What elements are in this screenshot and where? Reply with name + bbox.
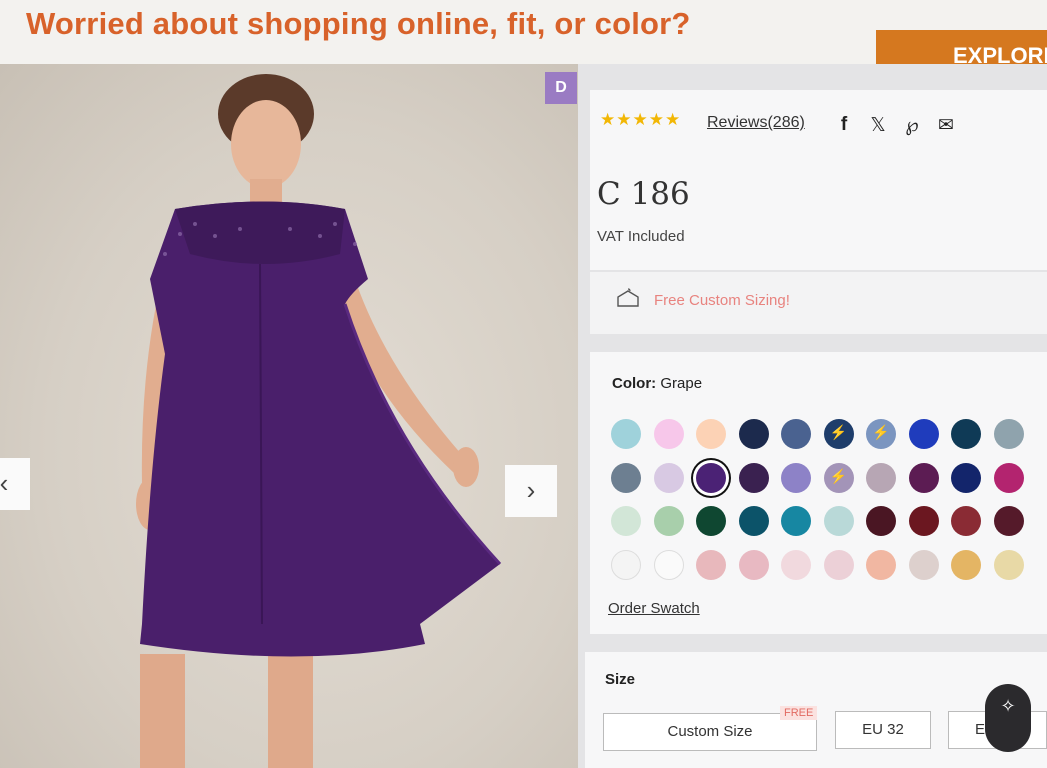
color-swatch[interactable] xyxy=(781,549,811,580)
product-page: Worried about shopping online, fit, or c… xyxy=(0,0,1047,768)
assistant-icon[interactable]: ✧ xyxy=(985,684,1031,752)
color-swatch[interactable] xyxy=(951,506,981,536)
color-card xyxy=(590,352,1047,634)
color-swatch[interactable] xyxy=(823,462,854,493)
vat-note: VAT Included xyxy=(597,228,685,245)
color-swatch[interactable] xyxy=(866,419,896,449)
color-label: Color: Grape xyxy=(612,375,702,392)
size-label: Size xyxy=(605,671,636,688)
color-swatch[interactable] xyxy=(908,506,939,536)
color-swatch[interactable] xyxy=(908,549,939,580)
pinterest-icon[interactable]: ℘ xyxy=(900,114,924,138)
reviews-link[interactable]: Reviews(286) xyxy=(707,114,805,132)
color-swatch[interactable] xyxy=(696,462,726,493)
color-swatch[interactable] xyxy=(951,462,981,493)
price: C 186 xyxy=(597,176,690,212)
color-swatch[interactable] xyxy=(611,462,641,493)
color-swatch[interactable] xyxy=(823,506,854,536)
email-icon[interactable]: ✉ xyxy=(934,114,958,138)
color-swatch[interactable] xyxy=(993,506,1024,536)
next-image-button[interactable]: › xyxy=(505,465,557,517)
color-swatch[interactable] xyxy=(781,419,811,449)
color-swatch[interactable] xyxy=(696,419,726,449)
order-swatch-link[interactable]: Order Swatch xyxy=(608,600,700,617)
color-swatch[interactable] xyxy=(951,419,981,449)
color-swatch[interactable] xyxy=(653,549,684,580)
size-eu32-button[interactable]: EU 32 xyxy=(835,711,931,749)
color-swatch[interactable] xyxy=(866,549,896,580)
banner-headline: Worried about shopping online, fit, or c… xyxy=(26,6,691,41)
free-custom-sizing[interactable]: Free Custom Sizing! xyxy=(654,292,790,309)
color-swatch[interactable] xyxy=(611,549,641,580)
color-swatch[interactable] xyxy=(993,419,1024,449)
hanger-icon xyxy=(617,288,639,307)
product-image: ‹ › xyxy=(0,64,578,768)
color-swatch[interactable] xyxy=(738,549,769,580)
model-photo xyxy=(136,74,502,768)
color-swatch[interactable] xyxy=(993,462,1024,493)
free-tag: FREE xyxy=(780,706,818,720)
promo-banner: Worried about shopping online, fit, or c… xyxy=(0,0,1047,72)
color-swatch[interactable] xyxy=(611,506,641,536)
color-swatch[interactable] xyxy=(653,506,684,536)
color-swatch[interactable] xyxy=(866,506,896,536)
color-swatch[interactable] xyxy=(781,462,811,493)
color-swatch[interactable] xyxy=(653,462,684,493)
color-swatch[interactable] xyxy=(823,549,854,580)
color-swatch[interactable] xyxy=(696,506,726,536)
color-swatch[interactable] xyxy=(653,419,684,449)
color-swatch[interactable] xyxy=(823,419,854,449)
color-swatch[interactable] xyxy=(611,419,641,449)
color-selected-name: Grape xyxy=(660,375,703,392)
color-swatch[interactable] xyxy=(908,419,939,449)
color-swatch[interactable] xyxy=(738,419,769,449)
x-icon[interactable]: 𝕏 xyxy=(866,114,890,138)
color-swatch[interactable] xyxy=(738,506,769,536)
rating-stars: ★★★★★ xyxy=(600,110,682,129)
color-swatch[interactable] xyxy=(738,462,769,493)
color-swatch[interactable] xyxy=(908,462,939,493)
color-swatch[interactable] xyxy=(696,549,726,580)
color-swatch[interactable] xyxy=(781,506,811,536)
facebook-icon[interactable]: f xyxy=(832,114,856,138)
color-swatch[interactable] xyxy=(866,462,896,493)
color-swatch[interactable] xyxy=(993,549,1024,580)
color-swatch[interactable] xyxy=(951,549,981,580)
previous-image-button[interactable]: ‹ xyxy=(0,458,30,510)
color-label-title: Color: xyxy=(612,375,657,392)
color-badge: D xyxy=(545,72,577,104)
